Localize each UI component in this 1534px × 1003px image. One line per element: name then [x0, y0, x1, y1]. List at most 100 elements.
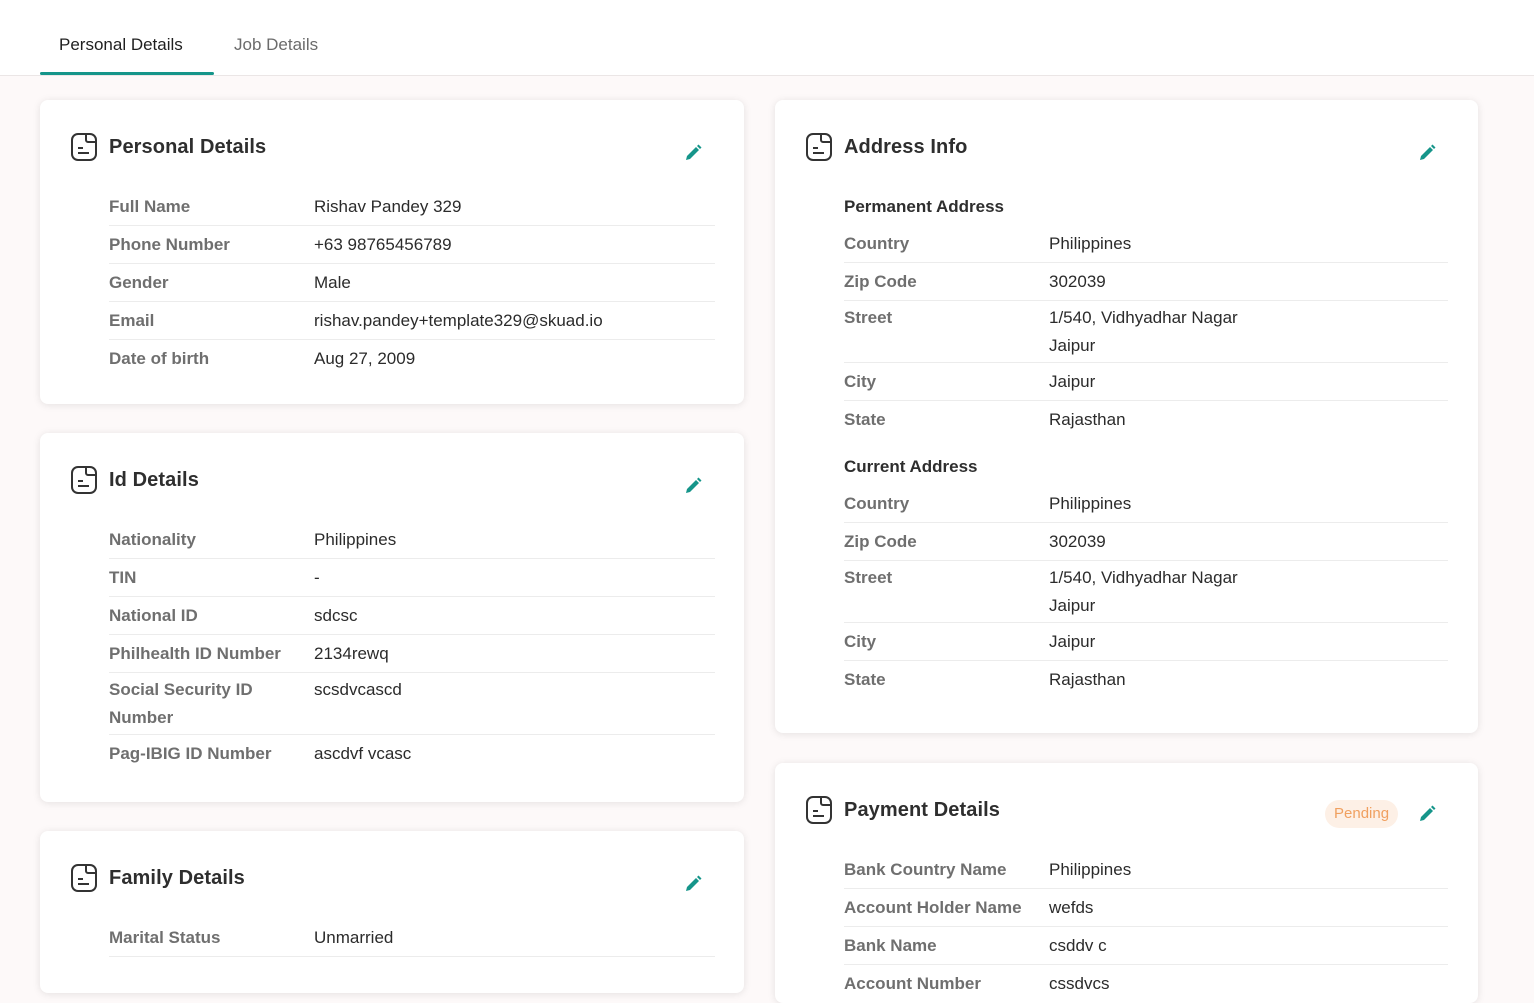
field-value: +63 98765456789	[314, 235, 452, 254]
family-details-list: Marital Status Unmarried	[109, 919, 715, 957]
field-value: csddv c	[1049, 936, 1107, 955]
list-item: Philhealth ID Number 2134rewq	[109, 635, 715, 673]
card-header: Id Details	[70, 463, 199, 497]
list-item: State Rajasthan	[844, 401, 1448, 438]
field-label: State	[844, 670, 886, 689]
field-label: Zip Code	[844, 532, 917, 551]
list-item: Phone Number +63 98765456789	[109, 226, 715, 264]
field-label: Bank Name	[844, 936, 937, 955]
field-value: Jaipur	[1049, 632, 1096, 651]
list-item: Marital Status Unmarried	[109, 919, 715, 957]
field-value: Aug 27, 2009	[314, 349, 416, 368]
field-label: Pag-IBIG ID Number	[109, 744, 272, 763]
list-item: Account Number cssdvcs	[844, 965, 1448, 1002]
active-tab-indicator	[40, 72, 214, 75]
field-value: 302039	[1049, 532, 1106, 551]
list-item: Pag-IBIG ID Number ascdvf vcasc	[109, 735, 715, 772]
document-icon	[805, 795, 833, 825]
edit-icon[interactable]	[680, 473, 706, 499]
list-item: Zip Code 302039	[844, 263, 1448, 301]
list-item: City Jaipur	[844, 623, 1448, 661]
field-label: Account Holder Name	[844, 898, 1022, 917]
list-item: Street 1/540, Vidhyadhar Nagar Jaipur	[844, 301, 1448, 363]
field-label-line: Street	[844, 308, 893, 327]
field-value: Philippines	[1049, 494, 1132, 513]
list-item: State Rajasthan	[844, 661, 1448, 698]
field-label: Country	[844, 494, 910, 513]
list-item: Bank Name csddv c	[844, 927, 1448, 965]
list-item: Full Name Rishav Pandey 329	[109, 188, 715, 226]
field-value: Jaipur	[1049, 372, 1096, 391]
card-title: Personal Details	[109, 135, 267, 158]
section-heading: Permanent Address	[844, 197, 1004, 216]
card-title: Address Info	[844, 135, 968, 158]
list-item: TIN -	[109, 559, 715, 597]
card-header: Address Info	[805, 130, 967, 164]
field-label: City	[844, 372, 877, 391]
list-item: Zip Code 302039	[844, 523, 1448, 561]
list-item: Bank Country Name Philippines	[844, 851, 1448, 889]
field-value-line: 1/540, Vidhyadhar Nagar	[1049, 568, 1238, 587]
status-badge: Pending	[1325, 800, 1399, 828]
field-value-line: scsdvcascd	[314, 680, 402, 699]
list-item: Country Philippines	[844, 225, 1448, 263]
card-header: Payment Details	[805, 793, 1000, 827]
list-item: National ID sdcsc	[109, 597, 715, 635]
address-info-card: Address Info Permanent Address Country Ph…	[775, 100, 1478, 733]
list-item: City Jaipur	[844, 363, 1448, 401]
document-icon	[70, 132, 98, 162]
field-label-line: Social Security ID	[109, 680, 253, 699]
tab-bar: Personal Details Job Details	[0, 0, 1534, 76]
family-details-card: Family Details Marital Status Unmarried	[40, 831, 744, 993]
card-header: Family Details	[70, 861, 245, 895]
field-label: Bank Country Name	[844, 860, 1007, 879]
field-value: Philippines	[1049, 860, 1132, 879]
list-item: Gender Male	[109, 264, 715, 302]
field-label: Social Security ID Number	[109, 676, 314, 732]
list-item: Date of birth Aug 27, 2009	[109, 340, 715, 377]
edit-icon[interactable]	[680, 871, 706, 897]
field-label: Full Name	[109, 197, 191, 216]
field-value: wefds	[1049, 898, 1094, 917]
field-label: City	[844, 632, 877, 651]
field-value: 302039	[1049, 272, 1106, 291]
field-value: Rajasthan	[1049, 410, 1126, 429]
field-value-line: 1/540, Vidhyadhar Nagar	[1049, 308, 1238, 327]
field-label: Email	[109, 311, 155, 330]
edit-icon[interactable]	[1414, 140, 1440, 166]
field-value-line: Jaipur	[1049, 336, 1096, 355]
field-label: Street	[844, 304, 1049, 360]
personal-details-card: Personal Details Full Name Rishav Pandey …	[40, 100, 744, 404]
field-label: Philhealth ID Number	[109, 644, 281, 663]
list-item: Social Security ID Number scsdvcascd	[109, 673, 715, 735]
field-value: Rishav Pandey 329	[314, 197, 462, 216]
id-details-list: Nationality Philippines TIN - National ID s…	[109, 521, 715, 772]
card-title: Id Details	[109, 468, 199, 491]
document-icon	[805, 132, 833, 162]
personal-details-list: Full Name Rishav Pandey 329 Phone Number +…	[109, 188, 715, 377]
id-details-card: Id Details Nationality Philippines TIN - N…	[40, 433, 744, 802]
section-heading: Current Address	[844, 457, 978, 476]
tab-job-details[interactable]: Job Details	[234, 34, 318, 56]
field-label: Account Number	[844, 974, 981, 993]
field-value: sdcsc	[314, 606, 358, 625]
tab-personal-details[interactable]: Personal Details	[59, 34, 183, 56]
field-value: Male	[314, 273, 351, 292]
list-item: Country Philippines	[844, 485, 1448, 523]
field-value: Unmarried	[314, 928, 394, 947]
field-label: Street	[844, 564, 1049, 620]
field-value: 2134rewq	[314, 644, 389, 663]
payment-details-card: Payment Details Pending Bank Country Nam…	[775, 763, 1478, 1003]
field-value: rishav.pandey+template329@skuad.io	[314, 311, 603, 330]
field-label: Country	[844, 234, 910, 253]
edit-icon[interactable]	[1414, 801, 1440, 827]
field-value: Philippines	[314, 530, 397, 549]
payment-details-list: Bank Country Name Philippines Account Hol…	[844, 851, 1448, 1002]
field-label: TIN	[109, 568, 137, 587]
field-value: cssdvcs	[1049, 974, 1110, 993]
field-label: Nationality	[109, 530, 196, 549]
edit-icon[interactable]	[680, 140, 706, 166]
field-label: Marital Status	[109, 928, 221, 947]
field-label-line: Number	[109, 708, 174, 727]
field-value: 1/540, Vidhyadhar Nagar Jaipur	[1049, 564, 1238, 620]
